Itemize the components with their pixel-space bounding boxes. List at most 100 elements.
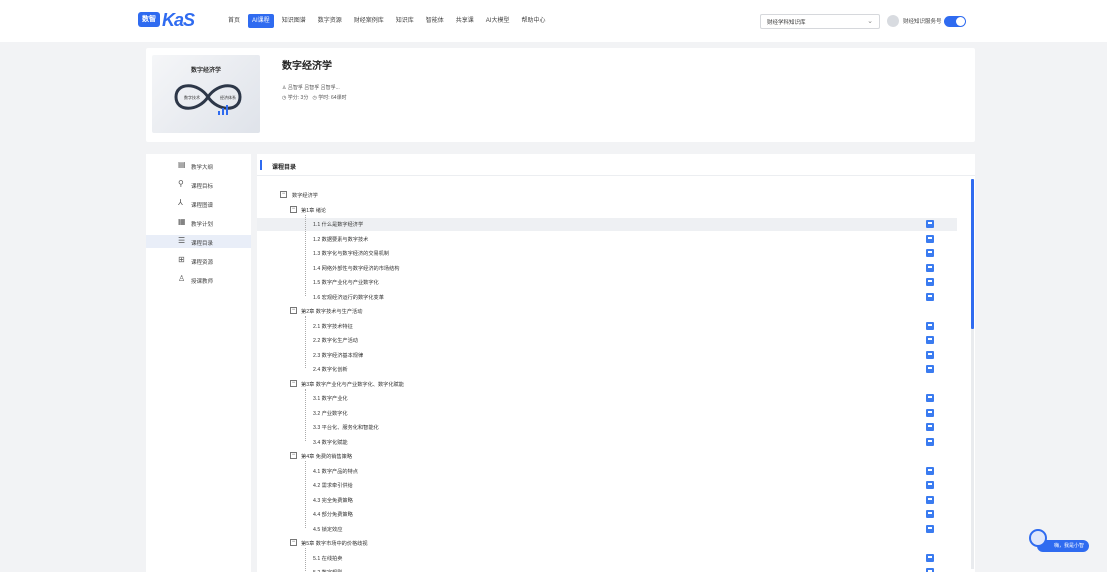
logo-badge: 数智 <box>138 12 160 27</box>
credits-text: 学分: 3分 <box>287 95 309 101</box>
nav-item-3[interactable]: 数字资源 <box>314 14 346 28</box>
tree-section-label: 1.1 什么是数字经济学 <box>313 222 364 228</box>
tree-guide-line <box>305 548 306 571</box>
collapse-icon[interactable]: − <box>290 379 297 387</box>
tree-section[interactable]: 4.5 锁定效应 <box>257 523 957 536</box>
tree-section[interactable]: 3.4 数字化赋能 <box>257 436 957 449</box>
sidebar-item-5[interactable]: ⊞ 课程资源 <box>146 254 251 267</box>
tree-guide-line <box>305 214 306 296</box>
sidebar-item-1[interactable]: ⚲ 课程目标 <box>146 178 251 191</box>
user-name[interactable]: 财经知识服务号 <box>903 17 942 25</box>
resource-icon[interactable] <box>926 249 934 257</box>
tree-chapter[interactable]: − 第5章 数字市场中的价格歧视 <box>257 537 957 550</box>
tree-chapter[interactable]: − 第4章 免费的销售策略 <box>257 450 957 463</box>
tree-section[interactable]: 5.2 数字规则 <box>257 566 957 572</box>
tree-section[interactable]: 1.6 宏观经济运行的数字化变革 <box>257 291 957 304</box>
cover-right-label: 经济体系 <box>220 94 236 100</box>
course-cover-image: 数字经济学 数字技术 经济体系 <box>152 55 260 133</box>
course-header-card: 数字经济学 数字技术 经济体系 数字经济学 ♙ 吕智孚 吕智孚 吕智孚... ◷… <box>146 48 975 142</box>
resource-icon[interactable] <box>926 568 934 572</box>
sidebar-item-6[interactable]: ♙ 授课教师 <box>146 273 251 286</box>
tree-chapter[interactable]: − 第3章 数字产业化与产业数字化、数字化赋能 <box>257 378 957 391</box>
tree-section-label: 5.1 在线拍卖 <box>313 555 343 562</box>
site-logo[interactable]: 数智 KaS <box>138 10 200 30</box>
resource-icon[interactable] <box>926 263 934 272</box>
tree-section[interactable]: 4.2 需求牵引供给 <box>257 479 957 492</box>
nav-item-5[interactable]: 知识库 <box>392 14 418 28</box>
tree-section-label: 3.3 平台化、服务化和智能化 <box>313 425 379 431</box>
tree-section[interactable]: 5.1 在线拍卖 <box>257 552 957 565</box>
avatar[interactable] <box>887 15 899 27</box>
scrollbar-thumb[interactable] <box>971 179 974 329</box>
nav-item-9[interactable]: 帮助中心 <box>517 14 549 28</box>
tree-section[interactable]: 1.5 数字产业化与产业数字化 <box>257 276 957 289</box>
nav-item-0[interactable]: 首页 <box>224 14 244 28</box>
resource-icon[interactable] <box>926 321 934 330</box>
knowledge-base-select[interactable]: 财经学科知识库 ⌄ <box>760 14 880 29</box>
tree-root[interactable]: − 数字经济学 <box>257 189 957 202</box>
collapse-icon[interactable]: − <box>290 452 297 459</box>
resource-icon[interactable] <box>926 278 934 286</box>
tree-section[interactable]: 1.3 数字化与数字经济的交易机制 <box>257 247 957 260</box>
resource-icon[interactable] <box>926 365 934 373</box>
sidebar-item-3[interactable]: ▦ 教学计划 <box>146 216 251 229</box>
tree-chapter[interactable]: − 第1章 绪论 <box>257 204 957 217</box>
sidebar-item-label: 课程目录 <box>191 240 214 247</box>
tree-section-label: 2.4 数字化创新 <box>313 367 348 373</box>
nav-item-4[interactable]: 财经案例库 <box>350 14 388 28</box>
resource-icon[interactable] <box>926 408 934 417</box>
nav-item-8[interactable]: AI大模型 <box>482 14 514 28</box>
resource-icon[interactable] <box>926 394 934 402</box>
tree-section[interactable]: 1.2 数据要素与数字技术 <box>257 233 957 246</box>
resource-icon[interactable] <box>926 481 934 489</box>
tree-section-label: 1.5 数字产业化与产业数字化 <box>313 280 379 286</box>
tree-section[interactable]: 1.1 什么是数字经济学 <box>257 218 957 231</box>
resource-icon[interactable] <box>926 350 934 359</box>
mode-toggle[interactable] <box>944 16 966 27</box>
resource-icon[interactable] <box>926 437 934 446</box>
collapse-icon[interactable]: − <box>290 205 297 213</box>
tree-section[interactable]: 3.2 产业数字化 <box>257 407 957 420</box>
tree-section-label: 1.4 网络外部性与数字经济的市场结构 <box>313 265 400 272</box>
tree-section[interactable]: 3.3 平台化、服务化和智能化 <box>257 421 957 434</box>
tree-guide-line <box>305 461 306 528</box>
resource-icon[interactable] <box>926 423 934 431</box>
tree-section-label: 3.2 产业数字化 <box>313 410 348 417</box>
tree-section[interactable]: 4.3 完全免费策略 <box>257 494 957 507</box>
resource-icon[interactable] <box>926 524 934 533</box>
resource-icon[interactable] <box>926 510 934 518</box>
ai-assistant-button[interactable]: 嗨，我是小智 <box>1029 529 1089 554</box>
collapse-icon[interactable]: − <box>290 307 297 314</box>
top-navigation-bar: 数智 KaS 首页 AI课程 知识图谱 数字资源 财经案例库 知识库 智能体 共享课 AI大模型… <box>0 0 1107 42</box>
resource-icon[interactable] <box>926 234 934 243</box>
tree-section[interactable]: 4.4 部分免费策略 <box>257 508 957 521</box>
collapse-icon[interactable]: − <box>290 539 297 546</box>
sidebar-item-0[interactable]: ▤ 教学大纲 <box>146 159 251 172</box>
sidebar-item-4[interactable]: ☰ 课程目录 <box>146 235 251 248</box>
tree-section[interactable]: 4.1 数字产品的特点 <box>257 465 957 478</box>
tree-chapter[interactable]: − 第2章 数字技术与生产活动 <box>257 305 957 318</box>
tree-guide-line <box>305 316 306 368</box>
resource-icon[interactable] <box>926 466 934 475</box>
collapse-icon[interactable]: − <box>280 191 287 198</box>
sidebar-item-label: 教学计划 <box>191 221 214 228</box>
tree-section[interactable]: 2.3 数字经济基本规律 <box>257 349 957 362</box>
nav-item-2[interactable]: 知识图谱 <box>278 14 310 28</box>
resource-icon[interactable] <box>926 336 934 344</box>
tree-section[interactable]: 3.1 数字产业化 <box>257 392 957 405</box>
nav-item-7[interactable]: 共享课 <box>452 14 478 28</box>
tree-section[interactable]: 2.1 数字技术特征 <box>257 320 957 333</box>
resource-icon[interactable] <box>926 553 934 562</box>
resource-icon[interactable] <box>926 220 934 228</box>
resource-icon[interactable] <box>926 495 934 504</box>
nav-item-1[interactable]: AI课程 <box>248 14 274 28</box>
resource-icon[interactable] <box>926 292 934 301</box>
chevron-down-icon: ⌄ <box>867 18 873 25</box>
tree-section[interactable]: 2.2 数字化生产活动 <box>257 334 957 347</box>
tree-chapter-label: 第1章 绪论 <box>301 207 327 214</box>
nav-item-6[interactable]: 智能体 <box>422 14 448 28</box>
sidebar-item-2[interactable]: ⅄ 课程图谱 <box>146 197 251 210</box>
tree-section[interactable]: 1.4 网络外部性与数字经济的市场结构 <box>257 262 957 275</box>
tree-section[interactable]: 2.4 数字化创新 <box>257 363 957 376</box>
catalog-header: 课程目录 <box>257 154 975 176</box>
